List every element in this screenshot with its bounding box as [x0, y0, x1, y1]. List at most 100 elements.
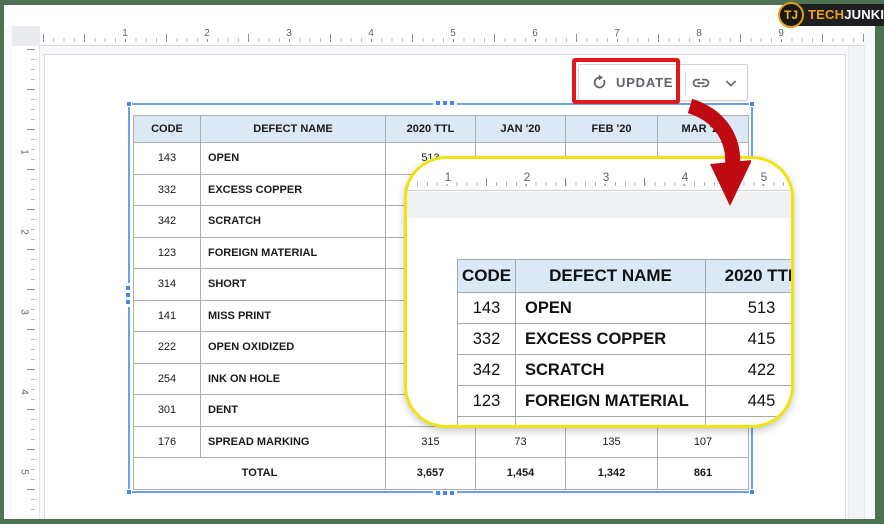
- cell-value[interactable]: 315: [386, 426, 476, 458]
- cell-value[interactable]: 254: [134, 363, 201, 395]
- ruler-corner-box: [12, 26, 40, 46]
- cell-total-label[interactable]: TOTAL: [134, 458, 386, 490]
- cell-value[interactable]: 445: [706, 386, 795, 417]
- table-row: 123FOREIGN MATERIAL445: [458, 386, 795, 417]
- cell-value[interactable]: 513: [706, 293, 795, 324]
- cell-value[interactable]: 222: [134, 332, 201, 364]
- cell-defect-name[interactable]: SHORT: [201, 269, 386, 301]
- column-header[interactable]: DEFECT NAME: [201, 116, 386, 143]
- cell-value[interactable]: 314: [134, 269, 201, 301]
- cell-value[interactable]: 176: [134, 426, 201, 458]
- cell-defect-name[interactable]: SPREAD MARKING: [201, 426, 386, 458]
- column-header[interactable]: MAR '20: [658, 116, 749, 143]
- cell-defect-name[interactable]: SCRATCH: [516, 355, 706, 386]
- cell-value[interactable]: 73: [476, 426, 566, 458]
- cell-value[interactable]: 143: [134, 143, 201, 175]
- cell-total-value[interactable]: 1,454: [476, 458, 566, 490]
- cell-defect-name[interactable]: EXCESS COPPER: [516, 324, 706, 355]
- cell-value[interactable]: 135: [566, 426, 658, 458]
- column-header[interactable]: 2020 TTL: [706, 260, 795, 293]
- table-header-row: CODEDEFECT NAME2020 TTL: [458, 260, 795, 293]
- techjunkie-wordmark: TECHJUNKIE: [794, 4, 884, 26]
- ruler-number: 2: [201, 28, 213, 39]
- cell-value[interactable]: 415: [706, 324, 795, 355]
- cell-value[interactable]: 107: [658, 426, 749, 458]
- cell-defect-name[interactable]: SHORT: [516, 417, 706, 429]
- column-header[interactable]: DEFECT NAME: [516, 260, 706, 293]
- table-row: 143OPEN513: [458, 293, 795, 324]
- cell-defect-name[interactable]: OPEN: [516, 293, 706, 324]
- ruler-number: 6: [529, 28, 541, 39]
- cell-value[interactable]: 123: [134, 237, 201, 269]
- cell-total-value[interactable]: 861: [658, 458, 749, 490]
- frame-border-right: [875, 0, 884, 524]
- cell-value[interactable]: 141: [134, 300, 201, 332]
- techjunkie-badge-icon: TJ: [778, 2, 804, 28]
- cell-defect-name[interactable]: SCRATCH: [201, 206, 386, 238]
- cell-value[interactable]: 332: [134, 174, 201, 206]
- link-icon: [691, 73, 711, 93]
- cell-defect-name[interactable]: FOREIGN MATERIAL: [516, 386, 706, 417]
- ruler-number: 3: [283, 28, 295, 39]
- ruler-number: 1: [119, 28, 131, 39]
- cell-value[interactable]: 123: [458, 386, 516, 417]
- selection-drag-handle-bottom[interactable]: [433, 490, 457, 496]
- selection-handle-top-right[interactable]: [749, 101, 755, 107]
- selection-handle-top-left[interactable]: [126, 101, 132, 107]
- google-docs-window: TJ TECHJUNKIE 123456789 12345 CODEDEFECT…: [0, 0, 884, 524]
- ruler-number: 5: [447, 28, 459, 39]
- cell-total-value[interactable]: 3,657: [386, 458, 476, 490]
- ruler-number: 8: [693, 28, 705, 39]
- callout-page-gap: [407, 192, 791, 218]
- cell-value[interactable]: 314: [458, 417, 516, 429]
- table-total-row: TOTAL3,6571,4541,342861: [134, 458, 749, 490]
- zoom-callout: 12345 CODEDEFECT NAME2020 TTL 143OPEN513…: [404, 156, 794, 428]
- cell-value[interactable]: 301: [134, 395, 201, 427]
- update-button-label: UPDATE: [616, 75, 673, 90]
- cell-value[interactable]: 422: [706, 355, 795, 386]
- brand-junkie-text: JUNKIE: [844, 7, 884, 22]
- column-header[interactable]: CODE: [458, 260, 516, 293]
- column-header[interactable]: CODE: [134, 116, 201, 143]
- table-row: 332EXCESS COPPER415: [458, 324, 795, 355]
- cell-value[interactable]: 143: [458, 293, 516, 324]
- vertical-scrollbar[interactable]: [848, 46, 865, 524]
- column-header[interactable]: FEB '20: [566, 116, 658, 143]
- frame-border-top: [0, 0, 884, 5]
- selection-handle-bottom-left[interactable]: [126, 489, 132, 495]
- linked-options-button[interactable]: [716, 65, 746, 100]
- ruler-number: 3: [18, 307, 29, 317]
- ruler-number: 2: [18, 227, 29, 237]
- linked-source-button[interactable]: [686, 65, 716, 100]
- cell-total-value[interactable]: 1,342: [566, 458, 658, 490]
- ruler-number: 5: [758, 170, 771, 184]
- selection-handle-bottom-right[interactable]: [749, 489, 755, 495]
- vertical-ruler[interactable]: 12345: [12, 46, 40, 524]
- cell-defect-name[interactable]: FOREIGN MATERIAL: [201, 237, 386, 269]
- column-header[interactable]: JAN '20: [476, 116, 566, 143]
- cell-value[interactable]: 342: [134, 206, 201, 238]
- cell-defect-name[interactable]: OPEN: [201, 143, 386, 175]
- cell-value[interactable]: 332: [458, 324, 516, 355]
- column-header[interactable]: 2020 TTL: [386, 116, 476, 143]
- cell-value[interactable]: 342: [458, 355, 516, 386]
- ruler-number: 5: [18, 467, 29, 477]
- cell-defect-name[interactable]: EXCESS COPPER: [201, 174, 386, 206]
- table-row: 314SHORT: [458, 417, 795, 429]
- selection-drag-handle-left[interactable]: [125, 283, 131, 307]
- table-row: 176SPREAD MARKING31573135107: [134, 426, 749, 458]
- cell-defect-name[interactable]: DENT: [201, 395, 386, 427]
- update-button[interactable]: UPDATE: [579, 65, 685, 100]
- selection-drag-handle-top[interactable]: [433, 100, 457, 106]
- cell-defect-name[interactable]: MISS PRINT: [201, 300, 386, 332]
- ruler-number: 1: [18, 147, 29, 157]
- frame-border-left: [0, 0, 4, 524]
- cell-defect-name[interactable]: OPEN OXIDIZED: [201, 332, 386, 364]
- callout-defect-table: CODEDEFECT NAME2020 TTL 143OPEN513332EXC…: [457, 259, 794, 428]
- linked-table-toolbar: UPDATE: [578, 64, 748, 101]
- cell-defect-name[interactable]: INK ON HOLE: [201, 363, 386, 395]
- chevron-down-icon: [723, 75, 739, 91]
- horizontal-ruler[interactable]: 123456789: [40, 26, 864, 46]
- app-top-strip: [4, 5, 875, 26]
- ruler-number: 3: [600, 170, 613, 184]
